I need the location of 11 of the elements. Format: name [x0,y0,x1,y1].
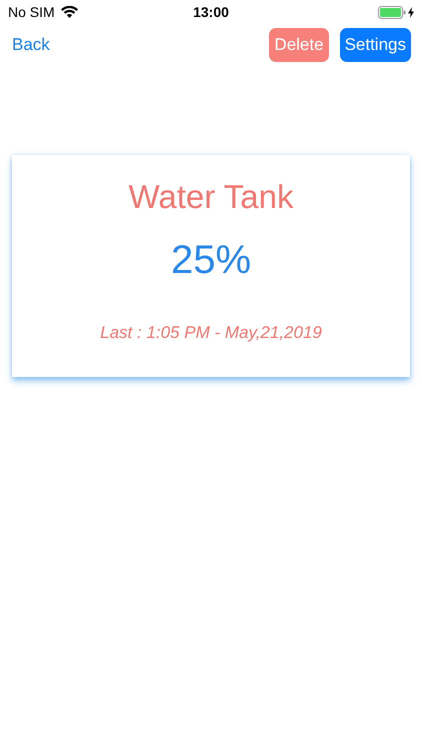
delete-button[interactable]: Delete [269,28,329,62]
charging-bolt-icon [408,6,414,18]
level-percent: 25% [170,238,252,283]
back-button[interactable]: Back [12,35,50,55]
tank-title: Water Tank [128,178,294,216]
last-update-text: Last : 1:05 PM - May,21,2019 [100,323,322,343]
status-time: 13:00 [193,4,229,20]
carrier-name: No SIM [8,4,55,20]
battery-icon [378,6,406,18]
settings-button[interactable]: Settings [340,28,411,62]
wifi-icon [60,6,78,18]
